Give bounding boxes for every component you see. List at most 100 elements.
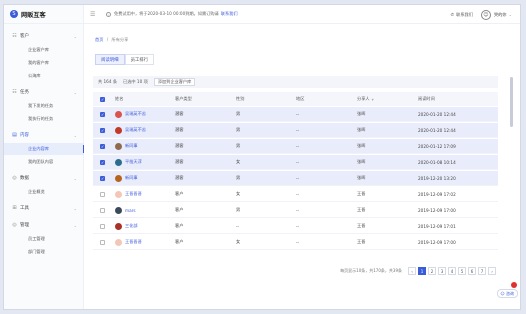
tab-staff-ranking[interactable]: 员工排行 [124, 54, 155, 65]
row-checkbox[interactable] [100, 223, 105, 229]
sidebar-group-label: 数据 [20, 176, 29, 181]
header-sharer[interactable]: 分享人 ▾ [357, 92, 374, 106]
cell-region: -- [296, 175, 300, 181]
cell-sharer: 王晋 [357, 239, 366, 244]
sidebar-item[interactable]: 公海库 [4, 70, 84, 82]
customer-name-link[interactable]: 新同事 [125, 175, 138, 181]
sidebar-group-5[interactable]: ◎ 管理 ⌄ [4, 219, 84, 231]
logo-text: 网販互客 [21, 11, 46, 19]
breadcrumb-separator: / [106, 37, 109, 42]
page-button[interactable]: 6 [468, 267, 476, 275]
table-row[interactable]: mars 客户 男 -- 王晋 2019-12-09 17:00 [93, 203, 498, 218]
row-checkbox[interactable] [100, 207, 105, 213]
avatar [115, 206, 122, 214]
row-checkbox[interactable]: ✓ [100, 127, 105, 133]
tab-read-detail[interactable]: 阅读明细 [95, 54, 125, 65]
breadcrumb-current: 所有分享 [111, 37, 129, 42]
table-row[interactable]: ✓ 平凿天浮 潜客 女 -- 张晖 2020-01-08 10:14 [93, 155, 498, 170]
cell-region: -- [296, 159, 300, 165]
table-row[interactable]: 三化部 客户 -- -- 王晋 2019-12-09 17:01 [93, 219, 498, 234]
table-row[interactable]: ✓ 新同事 潜客 男 -- 张晖 2020-01-12 17:09 [93, 139, 498, 154]
customer-name-link[interactable]: 吴瑞英不苦 [125, 127, 146, 133]
breadcrumb-home[interactable]: 首页 [95, 37, 103, 42]
sidebar-group-0[interactable]: ☷ 客户 ⌄ [4, 30, 84, 42]
sidebar-item[interactable]: 企业概览 [4, 186, 84, 198]
page-button[interactable]: 7 [478, 267, 486, 275]
cell-name: 新同事 [115, 171, 138, 185]
consult-button[interactable]: ☺ 咨询 [496, 289, 518, 298]
table-row[interactable]: ✓ 吴瑞英不苦 潜客 男 -- 张晖 2020-01-20 12:44 [93, 107, 498, 122]
sidebar: S 网販互客 ☷ 客户 ⌄ 企业客户库 我的客户库 公海库 ☷ 任务 ⌄ 我下发的任务 我执行的任务… [4, 5, 84, 309]
cell-name: 吴瑞英不苦 [115, 107, 146, 121]
cell-gender: -- [236, 223, 240, 229]
row-checkbox[interactable] [100, 191, 105, 197]
customer-name-link[interactable]: 吴瑞英不苦 [125, 111, 146, 117]
sidebar-group-label: 管理 [20, 223, 29, 228]
page-button[interactable]: 2 [428, 267, 436, 275]
next-page-button[interactable]: › [488, 267, 496, 275]
row-checkbox[interactable]: ✓ [100, 175, 105, 181]
menu-toggle-icon[interactable]: ☰ [90, 11, 100, 18]
cell-time: 2020-01-12 17:09 [418, 143, 456, 149]
header-region: 地区 [296, 96, 305, 101]
scrollbar[interactable] [510, 77, 513, 127]
header-sharer-label: 分享人 [357, 96, 370, 101]
cell-sharer: 张晖 [357, 127, 366, 132]
contact-link[interactable]: 联系我们 [221, 11, 238, 17]
selected-count: 已选中 10 项 [123, 79, 148, 84]
avatar [115, 190, 122, 198]
chevron-down-icon: ⌄ [73, 33, 77, 39]
sidebar-group-icon: ◎ [12, 222, 17, 228]
cell-gender: 男 [236, 175, 241, 180]
contact-button[interactable]: ✆ 联系我们 [451, 12, 473, 18]
sidebar-item[interactable]: 我执行的任务 [4, 113, 84, 125]
customer-name-link[interactable]: 王晋晋晋 [125, 191, 142, 197]
cell-sharer: 张晖 [357, 143, 366, 148]
sidebar-item[interactable]: 我的客户库 [4, 57, 84, 69]
sidebar-group-label: 工具 [20, 206, 29, 211]
select-all-checkbox[interactable]: ✓ [100, 96, 105, 102]
page-button[interactable]: 4 [448, 267, 456, 275]
sidebar-item[interactable]: 部门管理 [4, 246, 84, 258]
sidebar-group-2[interactable]: ▤ 内容 ⌄ [4, 129, 84, 141]
filter-icon: ▾ [371, 96, 374, 102]
selection-bar: 共 164 条 已选中 10 项 添加到企业客户库 [93, 76, 498, 88]
row-checkbox[interactable]: ✓ [100, 159, 105, 165]
sidebar-group-1[interactable]: ☷ 任务 ⌄ [4, 86, 84, 98]
table-header: ✓ 姓名 客户类型 性别 地区 分享人 ▾ 阅读时间 [93, 92, 498, 106]
sidebar-item[interactable]: 员工管理 [4, 233, 84, 245]
cell-type: 客户 [175, 191, 184, 196]
table-row[interactable]: ✓ 新同事 潜客 男 -- 张晖 2019-12-20 13:20 [93, 171, 498, 186]
sidebar-group-3[interactable]: ◎ 数据 ⌄ [4, 172, 84, 184]
page-button[interactable]: 3 [438, 267, 446, 275]
sidebar-group-4[interactable]: ⊞ 工具 ⌄ [4, 202, 84, 214]
header-gender: 性别 [236, 96, 245, 101]
cell-sharer: 王晋 [357, 207, 366, 212]
customer-name-link[interactable]: 新同事 [125, 143, 138, 149]
row-checkbox[interactable] [100, 239, 105, 245]
cell-region: -- [296, 239, 300, 245]
page-button[interactable]: 1 [418, 267, 426, 275]
cell-sharer: 王晋 [357, 191, 366, 196]
user-menu[interactable]: ☺ 哭的你 ⌄ [480, 9, 512, 20]
sidebar-item[interactable]: 企业客户库 [4, 44, 84, 56]
prev-page-button[interactable]: ‹ [408, 267, 416, 275]
sidebar-group-label: 客户 [20, 34, 29, 39]
sidebar-item[interactable]: 我下发的任务 [4, 100, 84, 112]
cell-time: 2019-12-09 17:02 [418, 191, 456, 197]
customer-name-link[interactable]: 王晋晋晋 [125, 239, 142, 245]
cell-region: -- [296, 223, 300, 229]
customer-name-link[interactable]: 平凿天浮 [125, 159, 142, 165]
sidebar-item[interactable]: 我的团队内容 [4, 156, 84, 168]
page-button[interactable]: 5 [458, 267, 466, 275]
row-checkbox[interactable]: ✓ [100, 143, 105, 149]
info-icon: i [106, 11, 111, 17]
sidebar-item[interactable]: 企业内容库 [4, 143, 84, 155]
add-to-customer-button[interactable]: 添加到企业客户库 [153, 78, 196, 86]
table-row[interactable]: ✓ 吴瑞英不苦 潜客 男 -- 张晖 2020-01-20 12:44 [93, 123, 498, 138]
row-checkbox[interactable]: ✓ [100, 111, 105, 117]
table-row[interactable]: 王晋晋晋 客户 女 -- 王晋 2019-12-09 17:00 [93, 235, 498, 250]
customer-name-link[interactable]: 三化部 [125, 223, 138, 229]
customer-name-link[interactable]: mars [125, 208, 136, 213]
table-row[interactable]: 王晋晋晋 客户 女 -- 王晋 2019-12-09 17:02 [93, 187, 498, 202]
